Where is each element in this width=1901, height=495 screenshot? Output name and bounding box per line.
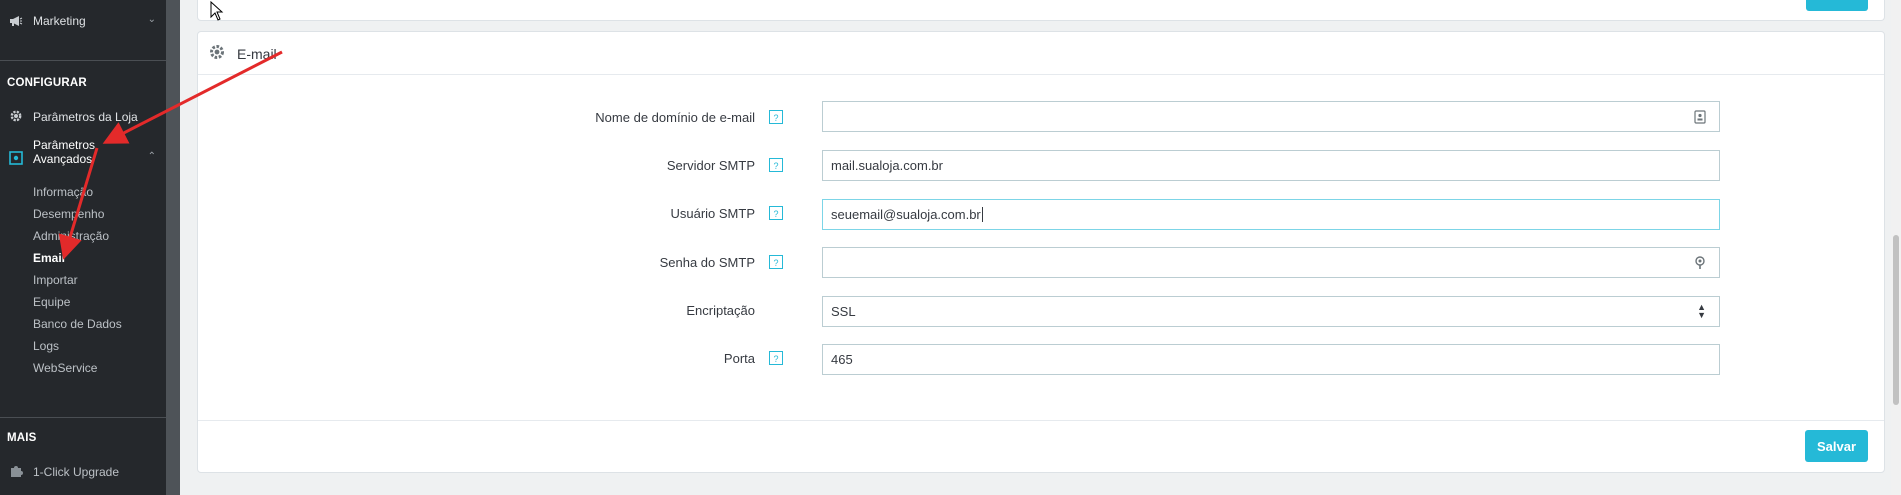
sidebar-item-label: 1-Click Upgrade	[33, 465, 120, 479]
smtp-password-field[interactable]	[822, 247, 1720, 278]
sidebar-item-label: Parâmetros da Loja	[33, 110, 138, 124]
scrollbar-thumb[interactable]	[1893, 235, 1899, 405]
save-button[interactable]: Salvar	[1805, 430, 1868, 462]
sidebar-gutter	[166, 0, 180, 495]
section-title-more: MAIS	[7, 432, 37, 444]
email-domain-field[interactable]	[822, 101, 1720, 132]
sidebar-subitem[interactable]: WebService	[33, 361, 97, 375]
mouse-cursor-icon	[210, 1, 224, 21]
sidebar-subitem[interactable]: Importar	[33, 273, 78, 287]
chevron-up-icon: ⌃	[147, 151, 156, 162]
label-email-domain: Nome de domínio de e-mail	[595, 110, 755, 125]
sidebar-subitem[interactable]: Email	[33, 251, 65, 265]
port-field[interactable]: 465	[822, 344, 1720, 375]
sidebar-subitem[interactable]: Informação	[33, 185, 93, 199]
sidebar: Marketing ⌄ CONFIGURAR Parâmetros da Loj…	[0, 0, 166, 495]
key-icon	[1694, 256, 1706, 273]
divider	[0, 417, 166, 418]
gear-icon	[9, 109, 23, 123]
help-icon[interactable]: ?	[769, 351, 783, 365]
sidebar-item-advanced-params[interactable]: Parâmetros Avançados ⌃	[0, 137, 166, 169]
sidebar-item-label-line1: Parâmetros	[33, 138, 96, 152]
puzzle-icon	[9, 464, 23, 478]
section-title-configure: CONFIGURAR	[7, 77, 87, 89]
label-smtp-user: Usuário SMTP	[670, 206, 755, 221]
contact-card-icon	[1694, 110, 1706, 127]
megaphone-icon	[9, 14, 23, 28]
sidebar-subitem[interactable]: Desempenho	[33, 207, 104, 221]
field-value: 465	[831, 352, 853, 367]
select-value: SSL	[831, 304, 856, 319]
label-encryption: Encriptação	[686, 303, 755, 318]
label-smtp-password: Senha do SMTP	[659, 255, 755, 270]
field-value: seuemail@sualoja.com.br	[831, 207, 981, 222]
sidebar-subitem[interactable]: Banco de Dados	[33, 317, 122, 331]
panel-footer	[198, 420, 1884, 421]
help-icon[interactable]: ?	[769, 110, 783, 124]
text-cursor	[981, 207, 983, 222]
chevron-down-icon: ⌄	[147, 14, 156, 25]
email-panel: E-mail Nome de domínio de e-mail ? Servi…	[197, 31, 1885, 473]
settings-box-icon	[9, 151, 23, 165]
divider	[0, 60, 166, 61]
sidebar-item-marketing[interactable]: Marketing ⌄	[0, 12, 166, 30]
encryption-select[interactable]: SSL ▲ ▼	[822, 296, 1720, 327]
sidebar-item-label: Marketing	[33, 14, 86, 28]
gear-icon	[208, 43, 226, 66]
previous-panel-button[interactable]	[1806, 0, 1868, 11]
field-value: mail.sualoja.com.br	[831, 158, 943, 173]
sidebar-item-label-line2: Avançados	[33, 152, 93, 166]
smtp-user-field[interactable]: seuemail@sualoja.com.br	[822, 199, 1720, 230]
label-port: Porta	[723, 351, 755, 366]
sidebar-item-upgrade[interactable]: 1-Click Upgrade	[0, 462, 166, 480]
previous-panel	[197, 0, 1885, 21]
label-smtp-server: Servidor SMTP	[666, 158, 755, 173]
select-caret-icon: ▲ ▼	[1697, 302, 1706, 320]
help-icon[interactable]: ?	[769, 158, 783, 172]
panel-header: E-mail	[198, 32, 1884, 75]
page-scrollbar[interactable]	[1891, 0, 1901, 495]
smtp-server-field[interactable]: mail.sualoja.com.br	[822, 150, 1720, 181]
help-icon[interactable]: ?	[769, 206, 783, 220]
help-icon[interactable]: ?	[769, 255, 783, 269]
panel-title: E-mail	[237, 46, 277, 62]
sidebar-subitem[interactable]: Logs	[33, 339, 59, 353]
sidebar-subitem[interactable]: Equipe	[33, 295, 70, 309]
sidebar-item-store-params[interactable]: Parâmetros da Loja	[0, 107, 166, 125]
sidebar-subitem[interactable]: Administração	[33, 229, 109, 243]
